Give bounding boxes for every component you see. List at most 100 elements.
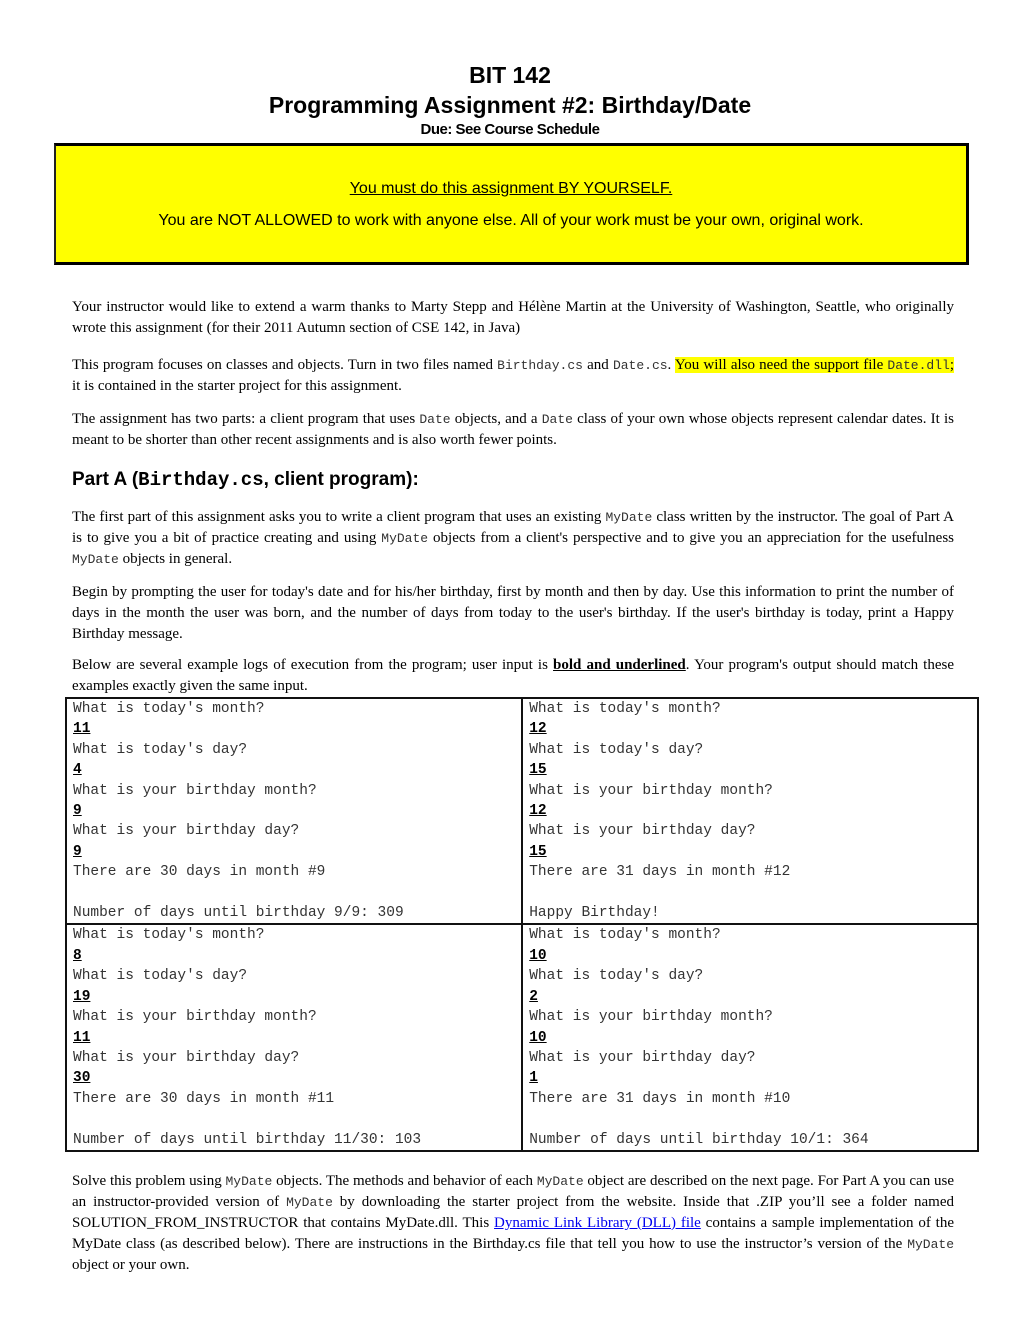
execution-log: What is today's month? 11 What is today'… (73, 699, 521, 923)
user-input: 1 (529, 1070, 538, 1087)
execution-log: What is today's month? 10 What is today'… (529, 925, 977, 1149)
p3-text: Below are several example logs of execut… (72, 657, 554, 673)
user-input: 11 (73, 721, 91, 738)
days-in-month-output: There are 31 days in month #10 (529, 1090, 791, 1107)
user-input: 9 (73, 843, 82, 860)
academic-integrity-notice: You must do this assignment BY YOURSELF.… (54, 143, 969, 265)
prompt: What is your birthday month? (529, 782, 773, 799)
user-input: 15 (529, 762, 547, 779)
user-input: 10 (529, 1029, 547, 1046)
thanks-text: Your instructor would like to extend a w… (72, 299, 954, 336)
text-and: and (582, 357, 613, 373)
heading-code: Birthday.cs (138, 469, 264, 491)
code-mydate: MyDate (225, 1174, 273, 1189)
logs-row: What is today's month? 8 What is today's… (64, 923, 979, 1152)
prompt: What is today's month? (73, 927, 265, 944)
user-input: 19 (73, 988, 91, 1005)
parts-paragraph: The assignment has two parts: a client p… (72, 409, 954, 451)
assignment-title: Programming Assignment #2: Birthday/Date (268, 92, 752, 118)
code-mydate: MyDate (286, 1195, 333, 1210)
file-date-dll: Date.dll (887, 358, 950, 373)
text-semicolon: ; (949, 357, 954, 373)
result-output: Number of days until birthday 10/1: 364 (529, 1131, 869, 1148)
title-block: BIT 142 Programming Assignment #2: Birth… (0, 60, 1020, 140)
user-input: 11 (73, 1029, 91, 1046)
days-in-month-output: There are 31 days in month #12 (529, 864, 791, 881)
document-page: BIT 142 Programming Assignment #2: Birth… (0, 0, 1020, 1320)
focus-paragraph: This program focuses on classes and obje… (72, 355, 954, 397)
p1-text: objects from a client's perspective and … (428, 530, 954, 546)
logs-row: What is today's month? 11 What is today'… (64, 696, 979, 926)
p1-text: objects in general. (118, 551, 233, 567)
notice-line-2: You are NOT ALLOWED to work with anyone … (158, 212, 864, 229)
solve-text: objects. The methods and behavior of eac… (272, 1173, 537, 1189)
code-mydate: MyDate (536, 1174, 584, 1189)
user-input: 12 (529, 803, 547, 820)
user-input: 8 (73, 947, 82, 964)
code-date: Date (541, 412, 573, 427)
part-a-heading: Part A (Birthday.cs, client program): (72, 469, 419, 491)
part-a-intro-paragraph: The first part of this assignment asks y… (72, 507, 954, 570)
prompt: What is today's day? (529, 968, 704, 985)
prompt: What is your birthday month? (529, 1009, 773, 1026)
execution-log: What is today's month? 12 What is today'… (529, 699, 977, 923)
prompt-instructions-paragraph: Begin by prompting the user for today's … (72, 582, 954, 645)
code-mydate: MyDate (605, 510, 653, 525)
user-input: 9 (73, 803, 82, 820)
notice-line-1: You must do this assignment BY YOURSELF. (349, 180, 673, 197)
execution-log: What is today's month? 8 What is today's… (73, 925, 521, 1149)
prompt: What is today's day? (529, 741, 704, 758)
heading-text: Part A ( (72, 469, 139, 490)
focus-text: This program focuses on classes and obje… (72, 357, 498, 373)
course-title: BIT 142 (469, 62, 551, 88)
result-output: Happy Birthday! (529, 905, 660, 922)
prompt: What is today's month? (73, 701, 265, 717)
p1-text: The first part of this assignment asks y… (72, 509, 606, 525)
result-output: Number of days until birthday 9/9: 309 (73, 905, 404, 922)
code-mydate: MyDate (907, 1237, 954, 1252)
parts-text-1: The assignment has two parts: a client p… (72, 411, 420, 427)
thanks-paragraph: Your instructor would like to extend a w… (72, 297, 954, 339)
text-period: . (667, 357, 675, 373)
user-input: 4 (73, 762, 82, 779)
example-logs-table: What is today's month? 11 What is today'… (64, 696, 979, 1152)
days-in-month-output: There are 30 days in month #11 (73, 1090, 335, 1107)
user-input: 30 (73, 1070, 91, 1087)
prompt: What is your birthday month? (73, 1009, 317, 1026)
result-output: Number of days until birthday 11/30: 103 (73, 1131, 422, 1148)
log-cell: What is today's month? 10 What is today'… (521, 923, 979, 1152)
log-cell: What is today's month? 11 What is today'… (64, 696, 524, 926)
solve-text: Solve this problem using (72, 1173, 226, 1189)
prompt: What is today's day? (73, 741, 248, 758)
user-input: 10 (529, 947, 547, 964)
prompt: What is your birthday day? (529, 1049, 756, 1066)
code-mydate: MyDate (381, 531, 429, 546)
user-input: 2 (529, 988, 538, 1005)
code-date: Date (419, 412, 451, 427)
prompt: What is your birthday day? (73, 1049, 300, 1066)
file-birthday-cs: Birthday.cs (497, 358, 583, 373)
code-mydate: MyDate (72, 552, 119, 567)
dll-file-link[interactable]: Dynamic Link Library (DLL) file (494, 1215, 701, 1231)
user-input: 15 (529, 843, 547, 860)
user-input: 12 (529, 721, 547, 738)
solve-paragraph: Solve this problem using MyDate objects.… (72, 1171, 954, 1276)
prompt: What is your birthday day? (73, 823, 300, 840)
due-date: Due: See Course Schedule (420, 121, 600, 138)
file-date-cs: Date.cs (612, 358, 668, 373)
prompt: What is today's month? (529, 927, 721, 944)
days-in-month-output: There are 30 days in month #9 (73, 864, 326, 881)
prompt: What is your birthday day? (529, 823, 756, 840)
p2-text: Begin by prompting the user for today's … (72, 584, 954, 642)
prompt: What is today's day? (73, 968, 248, 985)
parts-text-2: objects, and a (450, 411, 542, 427)
log-cell: What is today's month? 8 What is today's… (64, 923, 524, 1152)
focus-post-text: it is contained in the starter project f… (72, 378, 402, 394)
solve-text: object or your own. (72, 1257, 190, 1273)
prompt: What is your birthday month? (73, 782, 317, 799)
heading-text-post: , client program): (263, 469, 419, 490)
support-file-highlight: You will also need the support file Date… (674, 357, 954, 373)
highlight-text: You will also need the support file (674, 357, 888, 373)
example-logs-paragraph: Below are several example logs of execut… (72, 655, 954, 697)
prompt: What is today's month? (529, 701, 721, 717)
